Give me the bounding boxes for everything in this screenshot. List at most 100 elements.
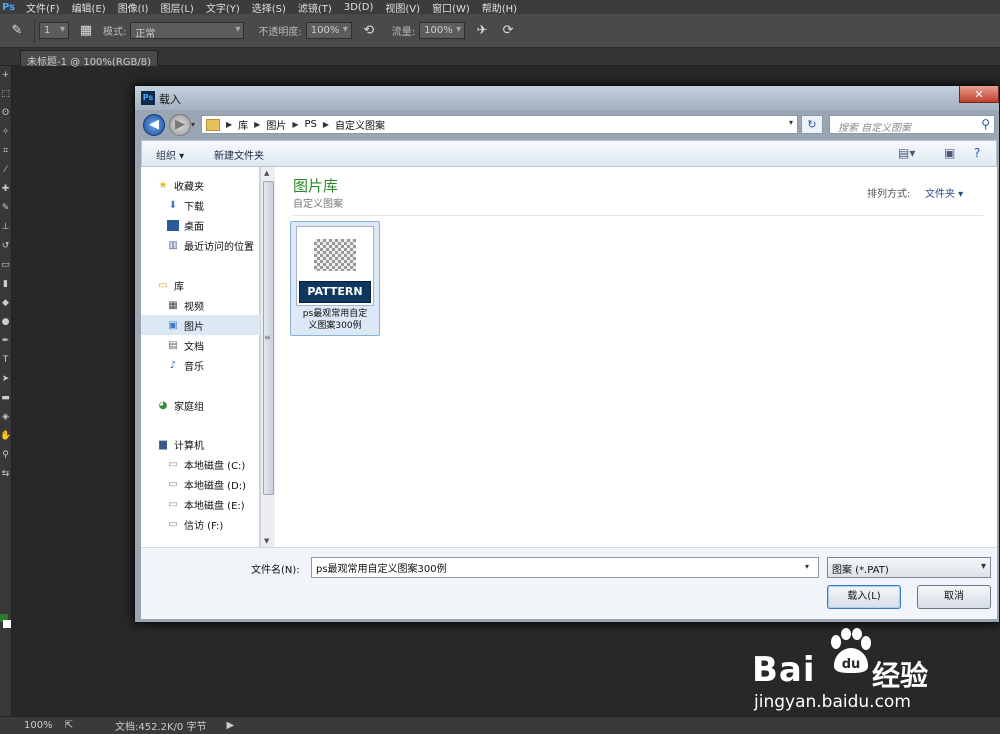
dodge-tool-icon[interactable]: ● [0,313,11,332]
nav-libraries[interactable]: ▭ 库 [141,275,260,295]
menu-3d[interactable]: 3D(D) [344,2,374,13]
nav-documents[interactable]: ▤ 文档 [141,335,260,355]
nav-music[interactable]: ♪ 音乐 [141,355,260,375]
type-tool-icon[interactable]: T [0,351,11,370]
filename-input[interactable] [311,557,819,578]
chevron-right-icon[interactable]: ▶ [226,120,232,129]
zoom-tool-icon[interactable]: ⚲ [0,446,11,465]
nav-drive-d[interactable]: ▭ 本地磁盘 (D:) [141,474,260,494]
menu-help[interactable]: 帮助(H) [482,0,517,15]
shape-tool-icon[interactable]: ▬ [0,389,11,408]
scroll-up-icon[interactable]: ▲ [264,169,269,177]
menu-select[interactable]: 选择(S) [252,0,286,15]
menu-view[interactable]: 视图(V) [385,0,420,15]
file-item[interactable]: PATTERN ps最观常用自定 义图案300例 [290,221,380,336]
refresh-button[interactable]: ↻ [801,115,823,134]
menu-edit[interactable]: 编辑(E) [72,0,106,15]
view-options-icon[interactable]: ▤▾ [898,146,915,160]
hand-tool-icon[interactable]: ✋ [0,427,11,446]
nav-favorites-label: 收藏夹 [174,181,204,193]
ps-logo-icon: Ps [141,91,155,105]
nav-pictures[interactable]: ▣ 图片 [141,315,260,335]
menu-window[interactable]: 窗口(W) [432,0,470,15]
opacity-select[interactable]: 100% [305,22,352,39]
nav-favorites[interactable]: ★ 收藏夹 [141,175,260,195]
airbrush-icon[interactable]: ✈ [473,22,491,40]
gradient-tool-icon[interactable]: ▮ [0,275,11,294]
lasso-tool-icon[interactable]: ʘ [0,104,11,123]
eyedropper-tool-icon[interactable]: ⁄ [0,161,11,180]
nav-libraries-label: 库 [174,281,184,293]
blur-tool-icon[interactable]: ◆ [0,294,11,313]
status-export-icon[interactable]: ⇱ [65,720,73,731]
brush-panel-icon[interactable]: ▦ [77,22,95,40]
pen-tool-icon[interactable]: ✒ [0,332,11,351]
filetype-select[interactable]: 图案 (*.PAT) [827,557,991,578]
nav-drive-f[interactable]: ▭ 信访 (F:) [141,514,260,534]
desktop-icon [167,219,179,231]
menu-type[interactable]: 文字(Y) [206,0,240,15]
brush-tool-side-icon[interactable]: ✎ [0,199,11,218]
new-folder-button[interactable]: 新建文件夹 [214,147,264,162]
organize-button[interactable]: 组织 ▾ [156,147,184,162]
menu-file[interactable]: 文件(F) [26,0,60,15]
load-button[interactable]: 载入(L) [827,585,901,609]
chevron-right-icon[interactable]: ▶ [323,120,329,129]
recent-pages-dropdown[interactable]: ▾ [191,120,195,129]
menu-filter[interactable]: 滤镜(T) [298,0,332,15]
document-tab[interactable]: 未标题-1 @ 100%(RGB/8) [20,50,159,68]
music-icon: ♪ [169,359,177,371]
mode-select[interactable]: 正常 [130,22,245,40]
stamp-tool-icon[interactable]: ⊥ [0,218,11,237]
breadcrumb-libraries[interactable]: 库 [238,117,248,132]
search-input[interactable]: 搜索 自定义图案 ⚲ [829,115,995,134]
zoom-level[interactable]: 100% [24,720,53,731]
nav-drive-c[interactable]: ▭ 本地磁盘 (C:) [141,454,260,474]
menu-image[interactable]: 图像(I) [118,0,149,15]
search-icon[interactable]: ⚲ [981,117,990,131]
breadcrumb-custom-patterns[interactable]: 自定义图案 [335,117,385,132]
close-button[interactable]: ✕ [959,86,999,103]
help-icon[interactable]: ? [974,146,980,160]
preview-pane-icon[interactable]: ▣ [944,146,955,160]
background-color-swatch[interactable] [3,620,11,628]
flow-select[interactable]: 100% [419,22,466,39]
nav-videos[interactable]: ▦ 视频 [141,295,260,315]
pictures-icon: ▣ [168,319,178,331]
breadcrumb-ps[interactable]: PS [304,119,316,130]
breadcrumb-pictures[interactable]: 图片 [266,117,286,132]
breadcrumb[interactable]: ▶ 库 ▶ 图片 ▶ PS ▶ 自定义图案 ▾ [201,115,798,134]
nav-homegroup[interactable]: ◕ 家庭组 [141,395,260,415]
pressure-size-icon[interactable]: ⟳ [499,22,517,40]
path-select-tool-icon[interactable]: ➤ [0,370,11,389]
address-dropdown[interactable]: ▾ [789,118,793,127]
brush-tool-icon[interactable]: ✎ [8,22,26,40]
nav-desktop[interactable]: 桌面 [141,215,260,235]
chevron-right-icon[interactable]: ▶ [292,120,298,129]
filename-dropdown-icon[interactable]: ▾ [805,562,809,571]
nav-scrollbar[interactable]: ▲ ≡ ▼ [260,167,275,547]
back-button[interactable]: ◀ [143,114,165,136]
move-tool-icon[interactable]: + [0,66,11,85]
status-menu-arrow-icon[interactable]: ▶ [226,720,234,731]
arrange-by-select[interactable]: 文件夹 ▾ [925,185,963,200]
scroll-down-icon[interactable]: ▼ [264,537,269,545]
forward-button[interactable]: ▶ [169,114,191,136]
crop-tool-icon[interactable]: ⌗ [0,142,11,161]
healing-tool-icon[interactable]: ✚ [0,180,11,199]
nav-drive-e[interactable]: ▭ 本地磁盘 (E:) [141,494,260,514]
swap-colors-icon[interactable]: ⇆ [0,465,11,484]
nav-recent[interactable]: ▥ 最近访问的位置 [141,235,260,255]
menu-layer[interactable]: 图层(L) [160,0,193,15]
brush-size-select[interactable]: 1 [39,22,69,39]
marquee-tool-icon[interactable]: ⬚ [0,85,11,104]
eraser-tool-icon[interactable]: ▭ [0,256,11,275]
chevron-right-icon[interactable]: ▶ [254,120,260,129]
history-brush-tool-icon[interactable]: ↺ [0,237,11,256]
cancel-button[interactable]: 取消 [917,585,991,609]
nav-computer[interactable]: ▆ 计算机 [141,434,260,454]
pressure-opacity-icon[interactable]: ⟲ [360,22,378,40]
3d-tool-icon[interactable]: ◈ [0,408,11,427]
quick-select-tool-icon[interactable]: ✧ [0,123,11,142]
nav-downloads[interactable]: ⬇ 下载 [141,195,260,215]
